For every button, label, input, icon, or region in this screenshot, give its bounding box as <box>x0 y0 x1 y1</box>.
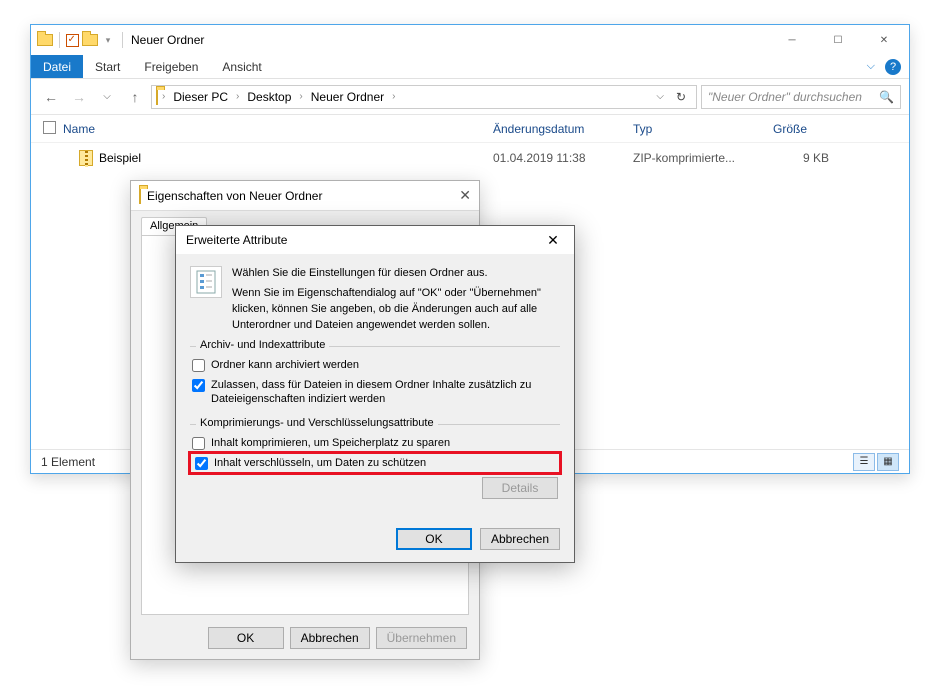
folder-icon <box>139 189 141 203</box>
checkbox-index-label: Zulassen, dass für Dateien in diesem Ord… <box>211 378 558 407</box>
col-date[interactable]: Änderungsdatum <box>493 122 633 136</box>
forward-button[interactable]: → <box>67 85 91 109</box>
search-input[interactable]: "Neuer Ordner" durchsuchen 🔍 <box>701 85 901 109</box>
checkbox-archive[interactable]: Ordner kann archiviert werden <box>192 355 558 375</box>
chevron-right-icon[interactable]: › <box>234 91 241 102</box>
group-archive-label: Archiv- und Indexattribute <box>196 339 329 351</box>
view-details-button[interactable]: ☰ <box>853 453 875 471</box>
group-compress-encrypt: Komprimierungs- und Verschlüsselungsattr… <box>190 424 560 506</box>
up-button[interactable]: ↑ <box>123 85 147 109</box>
properties-title: Eigenschaften von Neuer Ordner <box>147 189 322 203</box>
ok-button[interactable]: OK <box>208 627 284 649</box>
breadcrumb-item[interactable]: Desktop <box>243 90 295 104</box>
chevron-right-icon[interactable]: › <box>297 91 304 102</box>
status-text: 1 Element <box>41 455 95 469</box>
file-row[interactable]: Beispiel 01.04.2019 11:38 ZIP-komprimier… <box>43 147 897 169</box>
checkbox-archive-label: Ordner kann archiviert werden <box>211 358 359 372</box>
checkbox-index-input[interactable] <box>192 379 205 392</box>
checkbox-encrypt-label: Inhalt verschlüsseln, um Daten zu schütz… <box>214 456 426 470</box>
column-headers: Name Änderungsdatum Typ Größe <box>31 115 909 143</box>
file-date: 01.04.2019 11:38 <box>493 151 633 165</box>
file-list: Beispiel 01.04.2019 11:38 ZIP-komprimier… <box>31 143 909 173</box>
close-button[interactable]: ✕ <box>861 25 907 55</box>
recent-dropdown-icon[interactable]: ⌵ <box>95 85 119 109</box>
view-icons-button[interactable]: ▦ <box>877 453 899 471</box>
titlebar: ▾ Neuer Ordner ─ ☐ ✕ <box>31 25 909 55</box>
back-button[interactable]: ← <box>39 85 63 109</box>
window-title: Neuer Ordner <box>131 33 204 47</box>
refresh-icon[interactable]: ↻ <box>670 90 692 104</box>
group-archive-index: Archiv- und Indexattribute Ordner kann a… <box>190 346 560 416</box>
tab-share[interactable]: Freigeben <box>132 55 210 78</box>
file-name: Beispiel <box>99 151 141 165</box>
folder-icon <box>156 90 158 104</box>
cancel-button[interactable]: Abbrechen <box>480 528 560 550</box>
col-type[interactable]: Typ <box>633 122 773 136</box>
checkbox-archive-input[interactable] <box>192 359 205 372</box>
address-bar[interactable]: › Dieser PC › Desktop › Neuer Ordner › ⌵… <box>151 85 697 109</box>
encrypt-highlight: Inhalt verschlüsseln, um Daten zu schütz… <box>188 451 562 475</box>
address-dropdown-icon[interactable]: ⌵ <box>650 91 670 102</box>
col-name[interactable]: Name <box>63 122 493 136</box>
zip-icon <box>79 150 93 166</box>
close-icon[interactable]: ✕ <box>536 228 570 252</box>
breadcrumb-item[interactable]: Neuer Ordner <box>307 90 388 104</box>
tab-view[interactable]: Ansicht <box>210 55 273 78</box>
checkbox-index[interactable]: Zulassen, dass für Dateien in diesem Ord… <box>192 375 558 410</box>
file-type: ZIP-komprimierte... <box>633 151 773 165</box>
group-compress-label: Komprimierungs- und Verschlüsselungsattr… <box>196 417 438 429</box>
advanced-intro-1: Wählen Sie die Einstellungen für diesen … <box>232 266 560 282</box>
chevron-right-icon[interactable]: › <box>390 91 397 102</box>
folder-icon <box>82 32 98 48</box>
quickaccess-check-icon[interactable] <box>64 32 80 48</box>
apply-button[interactable]: Übernehmen <box>376 627 467 649</box>
advanced-attributes-dialog: Erweiterte Attribute ✕ Wählen Sie die Ei… <box>175 225 575 563</box>
tab-start[interactable]: Start <box>83 55 132 78</box>
advanced-title: Erweiterte Attribute <box>186 233 287 247</box>
ok-button[interactable]: OK <box>396 528 472 550</box>
maximize-button[interactable]: ☐ <box>815 25 861 55</box>
search-placeholder: "Neuer Ordner" durchsuchen <box>708 90 862 104</box>
advanced-titlebar: Erweiterte Attribute ✕ <box>176 226 574 254</box>
search-icon[interactable]: 🔍 <box>879 90 894 104</box>
tab-file[interactable]: Datei <box>31 55 83 78</box>
checkbox-compress[interactable]: Inhalt komprimieren, um Speicherplatz zu… <box>192 433 558 453</box>
breadcrumb-item[interactable]: Dieser PC <box>169 90 232 104</box>
details-button[interactable]: Details <box>482 477 558 499</box>
ribbon: Datei Start Freigeben Ansicht ⌵ ? <box>31 55 909 79</box>
select-all-checkbox[interactable] <box>43 121 56 134</box>
nav-row: ← → ⌵ ↑ › Dieser PC › Desktop › Neuer Or… <box>31 79 909 115</box>
checkbox-compress-label: Inhalt komprimieren, um Speicherplatz zu… <box>211 436 450 450</box>
folder-icon <box>37 32 53 48</box>
advanced-intro-2: Wenn Sie im Eigenschaftendialog auf "OK"… <box>232 286 560 334</box>
cancel-button[interactable]: Abbrechen <box>290 627 370 649</box>
close-icon[interactable]: ✕ <box>459 187 471 204</box>
col-size[interactable]: Größe <box>773 122 853 136</box>
file-size: 9 KB <box>773 151 853 165</box>
checkbox-compress-input[interactable] <box>192 437 205 450</box>
properties-titlebar: Eigenschaften von Neuer Ordner ✕ <box>131 181 479 211</box>
checkbox-encrypt-input[interactable] <box>195 457 208 470</box>
settings-page-icon <box>190 266 222 298</box>
ribbon-expand-icon[interactable]: ⌵ <box>867 60 875 73</box>
dropdown-caret-icon[interactable]: ▾ <box>100 32 116 48</box>
chevron-right-icon[interactable]: › <box>160 91 167 102</box>
checkbox-encrypt[interactable]: Inhalt verschlüsseln, um Daten zu schütz… <box>195 456 426 470</box>
minimize-button[interactable]: ─ <box>769 25 815 55</box>
help-icon[interactable]: ? <box>885 59 901 75</box>
